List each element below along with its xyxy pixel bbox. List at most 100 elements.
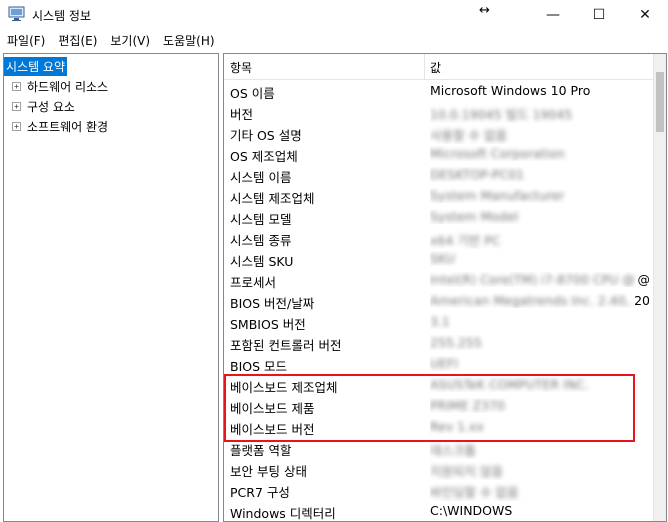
- minimize-button[interactable]: —: [530, 0, 576, 30]
- row-item-name: 프로세서: [230, 275, 277, 290]
- row-item-name: 포함된 컨트롤러 버전: [230, 338, 342, 353]
- redacted-value: 10.0.19045 빌드 19045: [430, 107, 573, 122]
- table-row[interactable]: 포함된 컨트롤러 버전 255.255: [224, 332, 654, 353]
- redacted-value: 사용할 수 없음: [430, 128, 507, 143]
- row-item-value: Intel(R) Core(TM) i7-8700 CPU @ @: [430, 272, 650, 287]
- expand-plus-icon[interactable]: +: [12, 121, 21, 131]
- table-row[interactable]: PCR7 구성 바인딩할 수 없음: [224, 479, 654, 500]
- redacted-value: 데스크톱: [430, 443, 477, 458]
- table-row[interactable]: OS 제조업체 Microsoft Corporation: [224, 143, 654, 164]
- window-title: 시스템 정보: [32, 9, 92, 23]
- close-button[interactable]: ✕: [622, 0, 668, 30]
- row-item-name: PCR7 구성: [230, 485, 290, 500]
- value-visible-suffix: @: [635, 272, 650, 287]
- row-item-value: UEFI: [430, 356, 650, 371]
- column-header-item[interactable]: 항목: [230, 59, 252, 76]
- tree-item-label: 소프트웨어 환경: [27, 119, 109, 134]
- row-item-value: x64 기반 PC: [430, 230, 650, 249]
- row-item-value: 사용할 수 없음: [430, 125, 650, 144]
- redacted-value: x64 기반 PC: [430, 233, 501, 248]
- table-row[interactable]: BIOS 버전/날짜 American Megatrends Inc. 2.40,…: [224, 290, 654, 311]
- minimize-icon: —: [546, 7, 560, 23]
- table-row[interactable]: 시스템 제조업체 System Manufacturer: [224, 185, 654, 206]
- row-item-name: 시스템 SKU: [230, 254, 294, 269]
- redacted-value: 지원되지 않음: [430, 464, 503, 479]
- expand-plus-icon[interactable]: +: [12, 101, 21, 111]
- table-row[interactable]: 시스템 모델 System Model: [224, 206, 654, 227]
- menu-edit[interactable]: 편집(E): [51, 30, 103, 50]
- details-list[interactable]: 항목 값 OS 이름 Microsoft Windows 10 Pro 버전 10.0…: [223, 53, 667, 522]
- row-item-name: 버전: [230, 107, 254, 122]
- row-item-name: Windows 디렉터리: [230, 506, 336, 521]
- redacted-value: 바인딩할 수 없음: [430, 485, 519, 500]
- maximize-icon: ☐: [592, 7, 606, 23]
- tree-item-label: 시스템 요약: [4, 56, 68, 76]
- menu-file[interactable]: 파일(F): [0, 30, 51, 50]
- redacted-value: Intel(R) Core(TM) i7-8700 CPU @: [430, 272, 635, 287]
- row-item-value: Microsoft Windows 10 Pro: [430, 83, 591, 98]
- row-item-name: 시스템 종류: [230, 233, 292, 248]
- row-item-value: 255.255: [430, 335, 650, 350]
- column-separator[interactable]: [424, 54, 425, 80]
- baseboard-highlight-box: [224, 374, 635, 442]
- row-item-name: 기타 OS 설명: [230, 128, 302, 143]
- row-item-name: 플랫폼 역할: [230, 443, 292, 458]
- row-item-value: DESKTOP-PC01: [430, 167, 650, 182]
- row-item-value: System Manufacturer: [430, 188, 650, 203]
- table-row[interactable]: 시스템 이름 DESKTOP-PC01: [224, 164, 654, 185]
- system-info-icon: [8, 6, 25, 21]
- table-row[interactable]: 시스템 SKU SKU: [224, 248, 654, 269]
- table-row[interactable]: SMBIOS 버전 3.1: [224, 311, 654, 332]
- row-item-value: 데스크톱: [430, 440, 650, 459]
- row-item-value: C:\WINDOWS: [430, 503, 513, 518]
- resize-arrow-icon[interactable]: ↔: [479, 3, 490, 18]
- row-item-name: 시스템 모델: [230, 212, 292, 227]
- title-bar[interactable]: 시스템 정보 ↔ — ☐ ✕: [0, 0, 668, 30]
- list-header: 항목 값: [224, 54, 654, 80]
- table-row[interactable]: 보안 부팅 상태 지원되지 않음: [224, 458, 654, 479]
- row-item-name: OS 이름: [230, 86, 275, 101]
- redacted-value: 3.1: [430, 314, 450, 329]
- row-item-value: SKU: [430, 251, 650, 266]
- category-tree[interactable]: 시스템 요약 + 하드웨어 리소스 + 구성 요소 + 소프트웨어 환경: [3, 53, 219, 522]
- row-item-value: 지원되지 않음: [430, 461, 650, 480]
- row-item-name: 시스템 제조업체: [230, 191, 315, 206]
- tree-item-label: 하드웨어 리소스: [27, 79, 109, 94]
- value-visible-suffix: 20: [632, 293, 650, 308]
- scrollbar-thumb[interactable]: [656, 72, 664, 132]
- expand-plus-icon[interactable]: +: [12, 81, 21, 91]
- vertical-scrollbar[interactable]: [653, 54, 666, 521]
- menu-view[interactable]: 보기(V): [103, 30, 156, 50]
- table-row[interactable]: Windows 디렉터리 C:\WINDOWS: [224, 500, 654, 521]
- tree-item-software-environment[interactable]: + 소프트웨어 환경: [4, 116, 110, 136]
- redacted-value: System Model: [430, 209, 519, 224]
- row-item-value: System Model: [430, 209, 650, 224]
- table-row[interactable]: 프로세서 Intel(R) Core(TM) i7-8700 CPU @ @: [224, 269, 654, 290]
- row-item-name: BIOS 모드: [230, 359, 288, 374]
- redacted-value: System Manufacturer: [430, 188, 565, 203]
- menu-help[interactable]: 도움말(H): [156, 30, 221, 50]
- redacted-value: 255.255: [430, 335, 482, 350]
- menu-bar: 파일(F) 편집(E) 보기(V) 도움말(H): [0, 30, 668, 50]
- table-row[interactable]: 기타 OS 설명 사용할 수 없음: [224, 122, 654, 143]
- table-row[interactable]: OS 이름 Microsoft Windows 10 Pro: [224, 80, 654, 101]
- tree-item-hardware-resources[interactable]: + 하드웨어 리소스: [4, 76, 110, 96]
- row-item-value: 바인딩할 수 없음: [430, 482, 650, 501]
- row-item-name: SMBIOS 버전: [230, 317, 306, 332]
- redacted-value: DESKTOP-PC01: [430, 167, 525, 182]
- tree-item-label: 구성 요소: [27, 99, 75, 114]
- redacted-value: American Megatrends Inc. 2.40, 20: [430, 293, 650, 308]
- column-header-value[interactable]: 값: [430, 59, 441, 76]
- row-item-value: 10.0.19045 빌드 19045: [430, 104, 650, 123]
- row-item-name: OS 제조업체: [230, 149, 298, 164]
- tree-item-components[interactable]: + 구성 요소: [4, 96, 77, 116]
- row-item-value: American Megatrends Inc. 2.40, 20 20: [430, 293, 650, 308]
- redacted-value: Microsoft Corporation: [430, 146, 565, 161]
- redacted-value: SKU: [430, 251, 455, 266]
- row-item-name: BIOS 버전/날짜: [230, 296, 315, 311]
- table-row[interactable]: 시스템 종류 x64 기반 PC: [224, 227, 654, 248]
- table-row[interactable]: 버전 10.0.19045 빌드 19045: [224, 101, 654, 122]
- maximize-button[interactable]: ☐: [576, 0, 622, 30]
- table-row[interactable]: BIOS 모드 UEFI: [224, 353, 654, 374]
- tree-item-system-summary[interactable]: 시스템 요약: [4, 56, 68, 76]
